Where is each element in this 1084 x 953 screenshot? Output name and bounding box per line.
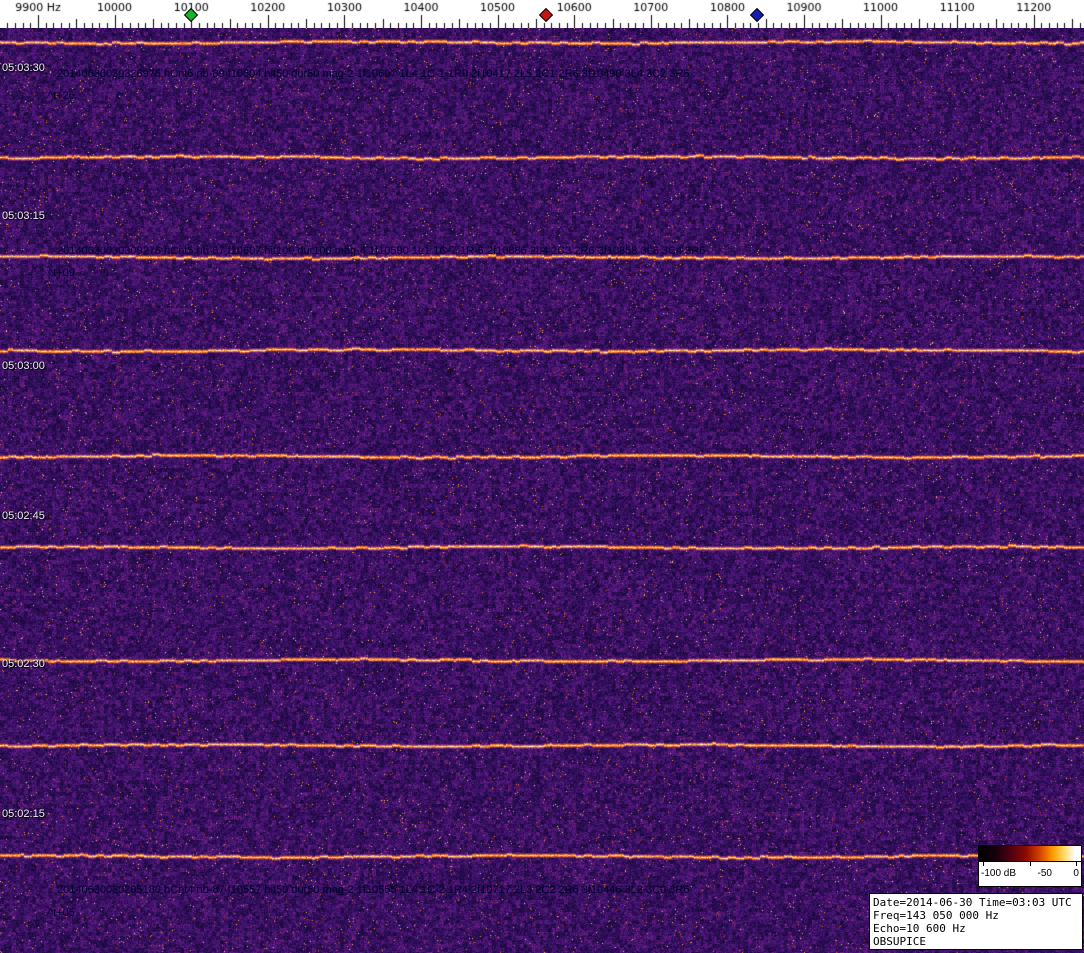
spectrogram-app: 05:03:30 05:03:15 05:03:00 05:02:45 05:0… xyxy=(0,0,1084,953)
echo-time-offset: ^t+09 xyxy=(48,267,75,279)
time-label: 05:03:00 xyxy=(2,360,45,372)
echo-time-offset: ^t+26 xyxy=(48,90,75,102)
echo-annotation: 20140630030205180 hCnt4 nb-87 f10557 hit… xyxy=(57,884,690,896)
echo-time-offset: ^t+05 xyxy=(48,907,75,919)
colorbar-min-label: -100 dB xyxy=(981,868,1017,879)
time-label: 05:02:15 xyxy=(2,808,45,820)
time-label: 05:02:30 xyxy=(2,658,45,670)
colorbar-tick xyxy=(983,862,984,866)
colorbar-tick xyxy=(1030,862,1031,866)
time-label: 05:03:15 xyxy=(2,210,45,222)
colorbar-gradient xyxy=(979,846,1081,862)
observation-info-box: Date=2014-06-30 Time=03:03 UTC Freq=143 … xyxy=(869,893,1083,950)
frequency-ruler xyxy=(0,0,1084,28)
echo-annotation: 20140630030309276 hCnt5 nb-87 f10607 hit… xyxy=(57,245,706,257)
time-label: 05:03:30 xyxy=(2,62,45,74)
colorbar-tick xyxy=(1076,862,1077,866)
info-echo: Echo=10 600 Hz xyxy=(873,922,966,935)
info-date-time: Date=2014-06-30 Time=03:03 UTC xyxy=(873,896,1072,909)
time-label: 05:02:45 xyxy=(2,510,45,522)
info-station: OBSUPICE xyxy=(873,935,926,948)
echo-annotation: 20140630030326976 hCnt6 nb-89 f10604 hit… xyxy=(57,68,690,80)
db-colorbar: -100 dB -50 0 xyxy=(978,845,1082,887)
colorbar-max-label: 0 xyxy=(1073,868,1079,879)
info-frequency: Freq=143 050 000 Hz xyxy=(873,909,999,922)
colorbar-mid-label: -50 xyxy=(1037,868,1052,879)
spectrogram-canvas xyxy=(0,28,1084,953)
